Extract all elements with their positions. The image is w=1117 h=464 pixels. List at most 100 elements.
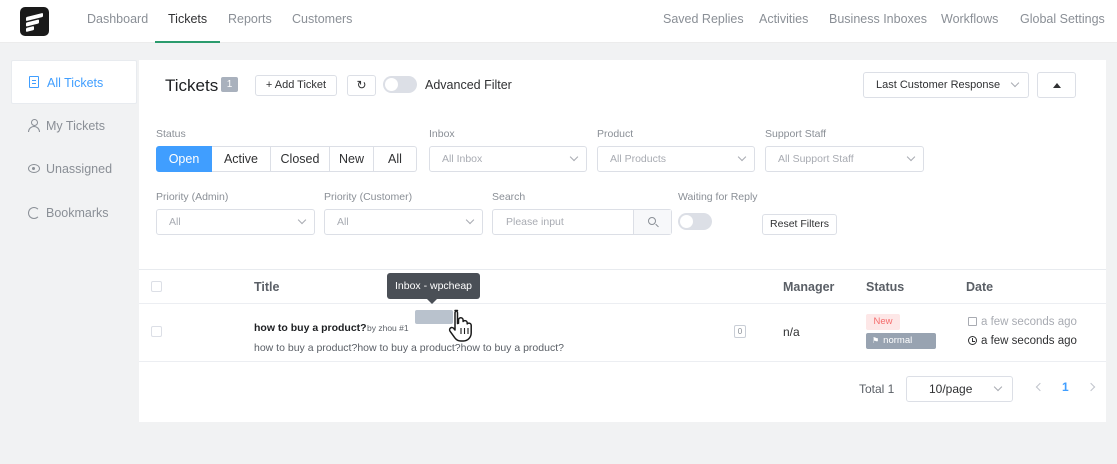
reset-filters-button[interactable]: Reset Filters: [762, 214, 837, 235]
priority-admin-value: All: [169, 216, 181, 228]
chevron-down-icon: [993, 382, 1003, 392]
priority-badge-label: normal: [883, 335, 913, 346]
tickets-table: Title Manager Status Date how to buy a p…: [139, 269, 1106, 422]
sort-by-select[interactable]: Last Customer Response: [863, 72, 1029, 98]
select-all-checkbox[interactable]: [151, 281, 162, 292]
ticket-manager: n/a: [783, 325, 800, 339]
column-status-header[interactable]: Status: [866, 280, 904, 294]
priority-customer-label: Priority (Customer): [324, 191, 413, 203]
status-filter-label: Status: [156, 128, 186, 140]
column-date-header[interactable]: Date: [966, 280, 993, 294]
nav-saved-replies[interactable]: Saved Replies: [663, 0, 744, 43]
sidebar-item-label: All Tickets: [47, 76, 104, 90]
advanced-filter-toggle[interactable]: [383, 76, 417, 93]
waiting-for-reply-toggle[interactable]: [678, 213, 712, 230]
search-input[interactable]: [493, 210, 633, 234]
support-staff-select[interactable]: All Support Staff: [765, 146, 924, 172]
date-customer-text: a few seconds ago: [981, 316, 1077, 328]
nav-business-inboxes[interactable]: Business Inboxes: [829, 0, 927, 43]
person-flag-icon: ⚑: [872, 336, 880, 345]
priority-admin-label: Priority (Admin): [156, 191, 229, 203]
sidebar-item-label: Bookmarks: [46, 206, 109, 220]
chevron-down-icon: [906, 152, 916, 162]
nav-tickets[interactable]: Tickets: [154, 0, 221, 43]
date-updated-text: a few seconds ago: [981, 335, 1077, 347]
ticket-author: by zhou #1: [367, 323, 409, 333]
priority-badge: ⚑ normal: [866, 333, 936, 349]
inbox-filter-label: Inbox: [429, 128, 455, 140]
pagination-total: Total 1: [859, 382, 895, 396]
chevron-down-icon: [1010, 78, 1020, 88]
chevron-down-icon: [465, 215, 475, 225]
inbox-tooltip: Inbox - wpcheap: [387, 273, 480, 304]
app-logo[interactable]: [20, 7, 49, 36]
response-count: 0: [734, 325, 746, 338]
chevron-down-icon: [297, 215, 307, 225]
product-select-value: All Products: [610, 153, 667, 165]
last-update-date: a few seconds ago: [968, 335, 1077, 347]
column-title-header[interactable]: Title: [254, 280, 279, 294]
sort-direction-button[interactable]: [1037, 72, 1076, 98]
sort-by-value: Last Customer Response: [876, 79, 1001, 91]
nav-customers[interactable]: Customers: [292, 0, 352, 43]
sidebar-item-label: Unassigned: [46, 162, 113, 176]
nav-global-settings[interactable]: Global Settings: [1020, 0, 1105, 43]
ticket-count-badge: 1: [221, 77, 238, 92]
header-divider: [139, 303, 1106, 304]
next-page-icon[interactable]: [1086, 382, 1096, 392]
hand-cursor-icon: [448, 309, 472, 342]
search-button[interactable]: [633, 210, 671, 234]
sidebar-item-all-tickets[interactable]: All Tickets: [11, 60, 137, 104]
page-size-value: 10/page: [929, 382, 973, 396]
row-divider: [139, 361, 1106, 362]
add-ticket-button[interactable]: + Add Ticket: [255, 75, 337, 96]
refresh-icon: ↻: [356, 78, 367, 92]
prev-page-icon[interactable]: [1035, 382, 1045, 392]
refresh-button[interactable]: ↻: [347, 75, 376, 96]
support-staff-select-value: All Support Staff: [778, 153, 854, 165]
page-size-select[interactable]: 10/page: [906, 376, 1013, 402]
inbox-select[interactable]: All Inbox: [429, 146, 587, 172]
inbox-select-value: All Inbox: [442, 153, 483, 165]
row-checkbox[interactable]: [151, 326, 162, 337]
status-active-button[interactable]: Active: [212, 146, 271, 172]
top-nav-bar: Dashboard Tickets Reports Customers Save…: [0, 0, 1117, 43]
bookmark-icon: [28, 206, 40, 219]
eye-icon: [28, 162, 40, 174]
status-open-button[interactable]: Open: [156, 146, 212, 172]
priority-customer-value: All: [337, 216, 349, 228]
search-box: [492, 209, 672, 235]
product-select[interactable]: All Products: [597, 146, 755, 172]
last-customer-response-date: a few seconds ago: [968, 316, 1077, 328]
tickets-panel: Tickets 1 + Add Ticket ↻ Advanced Filter…: [139, 60, 1106, 270]
product-filter-label: Product: [597, 128, 634, 140]
sidebar-item-label: My Tickets: [46, 119, 106, 133]
support-staff-filter-label: Support Staff: [765, 128, 827, 140]
sidebar-item-my-tickets[interactable]: My Tickets: [11, 104, 137, 148]
search-label: Search: [492, 191, 526, 203]
status-all-button[interactable]: All: [374, 146, 417, 172]
nav-workflows[interactable]: Workflows: [941, 0, 998, 43]
status-closed-button[interactable]: Closed: [271, 146, 330, 172]
clock-icon: [968, 336, 977, 345]
ticket-title-link[interactable]: how to buy a product?: [254, 322, 367, 334]
column-manager-header[interactable]: Manager: [783, 280, 834, 294]
priority-customer-select[interactable]: All: [324, 209, 483, 235]
status-filter-group: Open Active Closed New All: [156, 146, 417, 172]
nav-dashboard[interactable]: Dashboard: [87, 0, 148, 43]
sidebar-item-unassigned[interactable]: Unassigned: [11, 147, 137, 191]
page-number-current[interactable]: 1: [1062, 380, 1069, 394]
waiting-for-reply-label: Waiting for Reply: [678, 191, 758, 203]
user-icon: [28, 119, 40, 132]
nav-reports[interactable]: Reports: [228, 0, 272, 43]
sidebar-item-bookmarks[interactable]: Bookmarks: [11, 191, 137, 235]
advanced-filter-label: Advanced Filter: [425, 78, 512, 92]
status-badge: New: [866, 314, 900, 330]
search-icon: [648, 217, 656, 225]
status-new-button[interactable]: New: [330, 146, 374, 172]
priority-admin-select[interactable]: All: [156, 209, 315, 235]
page-title: Tickets: [165, 76, 219, 95]
ticket-excerpt: how to buy a product?how to buy a produc…: [254, 342, 564, 354]
nav-activities[interactable]: Activities: [759, 0, 808, 43]
document-icon: [29, 76, 39, 88]
